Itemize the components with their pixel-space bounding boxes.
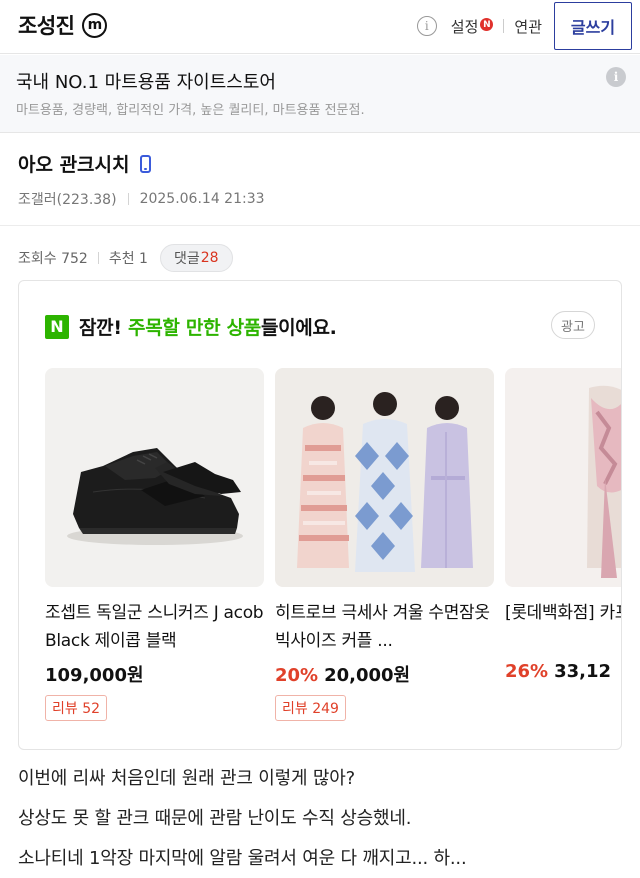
recommend-count: 추천 1 — [108, 251, 148, 267]
review-count-tag: 리뷰 249 — [275, 695, 346, 721]
product-card[interactable]: 히트로브 극세사 겨울 수면잠옷 빅사이즈 커플 ... 20% 20,000원 … — [275, 368, 494, 721]
sponsored-banner[interactable]: 국내 NO.1 마트용품 자이트스토어 마트용품, 경량랙, 합리적인 가격, … — [0, 55, 640, 133]
product-name[interactable]: 히트로브 극세사 겨울 수면잠옷 빅사이즈 커플 ... — [275, 599, 494, 655]
product-image-robes[interactable] — [275, 368, 494, 587]
naver-n-icon: N — [45, 314, 69, 339]
stats-divider — [97, 252, 99, 264]
settings-link[interactable]: 설정 N — [451, 16, 494, 37]
product-name[interactable]: 조셉트 독일군 스니커즈 J acob Black 제이콥 블랙 — [45, 599, 264, 655]
comments-count: 28 — [200, 250, 219, 266]
black-sneaker-image — [67, 448, 243, 545]
mobile-phone-icon — [139, 154, 151, 173]
post-meta: 조갤러(223.38) 2025.06.14 21:33 — [18, 189, 265, 209]
post-title: 아오 관크시치 — [18, 150, 151, 177]
view-count: 조회수 752 — [18, 251, 88, 267]
settings-label: 설정 — [450, 17, 479, 36]
post-stats: 조회수 752 추천 1 댓글 28 — [18, 244, 233, 272]
top-header: 조성진 m i 설정 N 연관 글쓰기 — [0, 0, 640, 54]
write-button[interactable]: 글쓰기 — [554, 2, 632, 50]
product-image-sneakers[interactable] — [45, 368, 264, 587]
minor-gallery-m-icon: m — [82, 12, 108, 38]
scarf-mannequin-image — [587, 385, 621, 578]
ad-info-icon[interactable]: i — [606, 67, 626, 87]
board-brand[interactable]: 조성진 m — [18, 10, 108, 40]
board-name[interactable]: 조성진 — [18, 10, 75, 40]
related-link[interactable]: 연관 — [514, 16, 542, 37]
banner-description: 마트용품, 경량랙, 합리적인 가격, 높은 퀄리티, 마트용품 전문점. — [16, 103, 365, 118]
product-carousel[interactable]: 조셉트 독일군 스니커즈 J acob Black 제이콥 블랙 109,000… — [45, 368, 621, 728]
product-price-value: 20,000원 — [324, 665, 411, 686]
ad-title-prefix: 잠깐! — [79, 317, 129, 339]
ad-title-highlight: 주목할 만한 상품 — [128, 317, 261, 339]
product-price: 26% 33,12 — [505, 661, 621, 682]
ad-label-button[interactable]: 광고 — [551, 311, 595, 339]
header-actions: i 설정 N 연관 글쓰기 — [416, 2, 632, 50]
robes-models-image — [297, 392, 473, 572]
header-divider — [503, 19, 505, 33]
product-price: 109,000원 — [45, 661, 264, 687]
ad-title: 잠깐! 주목할 만한 상품들이에요. — [79, 313, 337, 340]
post-body-line: 상상도 못 할 관크 때문에 관람 난이도 수직 상승했네. — [18, 808, 412, 829]
review-count-tag: 리뷰 52 — [45, 695, 108, 721]
post-body-line: 소나티네 1악장 마지막에 알람 울려서 여운 다 깨지고... 하... — [18, 848, 467, 869]
post-datetime: 2025.06.14 21:33 — [139, 191, 265, 207]
product-price-value: 33,12 — [554, 661, 612, 682]
post-author[interactable]: 조갤러(223.38) — [18, 189, 117, 209]
comments-label: 댓글 — [173, 251, 200, 267]
product-ad-box: N 잠깐! 주목할 만한 상품들이에요. 광고 조셉트 독일군 스니커즈 J a — [18, 280, 622, 750]
info-icon[interactable]: i — [416, 16, 437, 36]
banner-title[interactable]: 국내 NO.1 마트용품 자이트스토어 — [16, 68, 276, 94]
product-price: 20% 20,000원 — [275, 661, 494, 687]
comments-button[interactable]: 댓글 28 — [159, 244, 233, 272]
product-image-scarf[interactable] — [505, 368, 621, 587]
product-card[interactable]: [롯데백화점] 카프 SKU00 26%33,12 — [505, 368, 621, 682]
post-title-text: 아오 관크시치 — [18, 154, 130, 176]
product-discount: 20% — [275, 665, 319, 686]
post-body-line: 이번에 리싸 처음인데 원래 관크 이렇게 많아? — [18, 768, 355, 789]
ad-title-suffix: 들이에요. — [260, 317, 337, 339]
meta-divider — [127, 193, 129, 205]
product-price-value: 109,000원 — [45, 665, 144, 686]
product-name[interactable]: [롯데백화점] 카프 SKU00 — [505, 599, 621, 655]
product-discount: 26% — [505, 661, 549, 682]
ad-heading: N 잠깐! 주목할 만한 상품들이에요. — [45, 313, 337, 340]
product-card[interactable]: 조셉트 독일군 스니커즈 J acob Black 제이콥 블랙 109,000… — [45, 368, 264, 721]
section-divider — [0, 225, 640, 226]
new-badge-icon: N — [480, 18, 494, 31]
